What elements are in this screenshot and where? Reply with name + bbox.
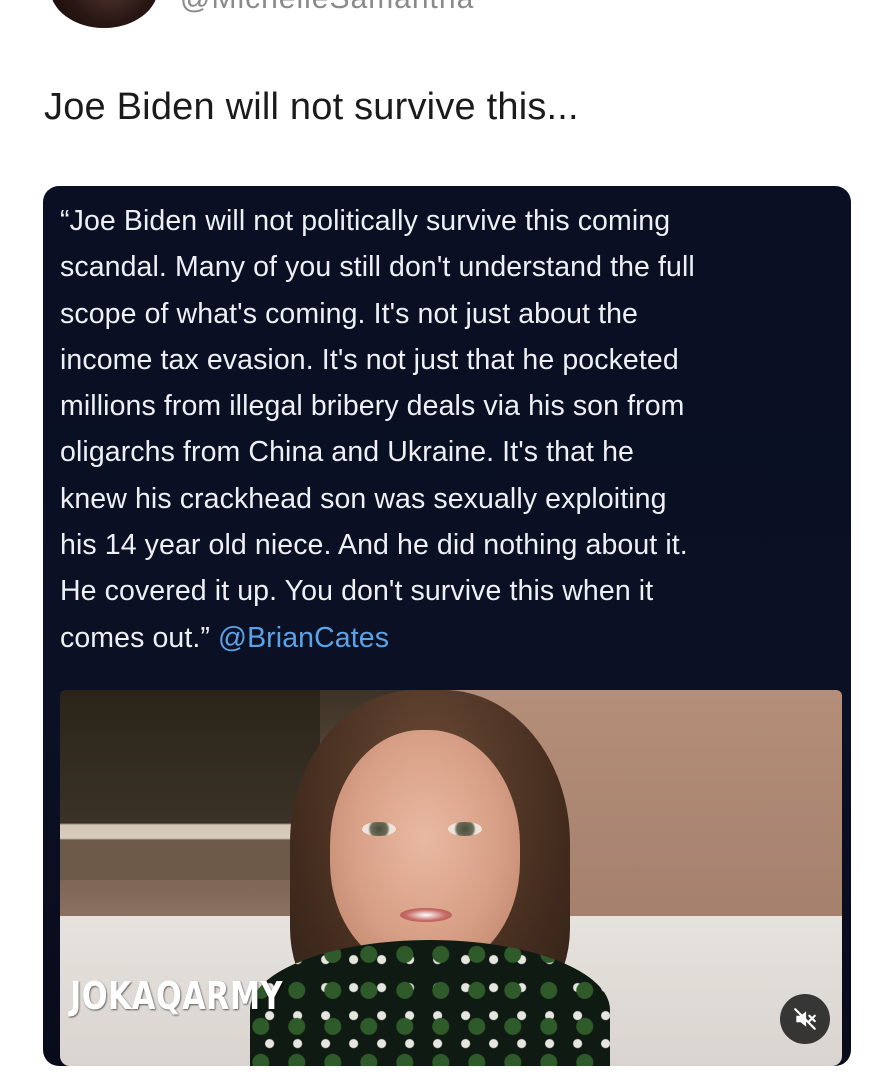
user-handle[interactable]: @MichelleSamantha: [180, 0, 474, 16]
mention-link[interactable]: @BrianCates: [218, 622, 389, 654]
watermark: JOKAQARMY: [70, 974, 283, 1018]
quote-body: “Joe Biden will not politically survive …: [60, 205, 695, 654]
speaker-muted-icon: [794, 1008, 816, 1030]
video-player[interactable]: JOKAQARMY: [60, 690, 842, 1066]
right-eye: [448, 822, 482, 836]
mouth: [400, 908, 452, 922]
video-background-shelf: [60, 690, 320, 880]
quote-text: “Joe Biden will not politically survive …: [60, 198, 850, 661]
mute-button[interactable]: [780, 994, 830, 1044]
post-text: Joe Biden will not survive this...: [44, 86, 579, 128]
avatar[interactable]: [50, 0, 158, 28]
left-eye: [362, 822, 396, 836]
video-person-face: [330, 730, 520, 970]
embedded-post-card: “Joe Biden will not politically survive …: [43, 186, 851, 1066]
